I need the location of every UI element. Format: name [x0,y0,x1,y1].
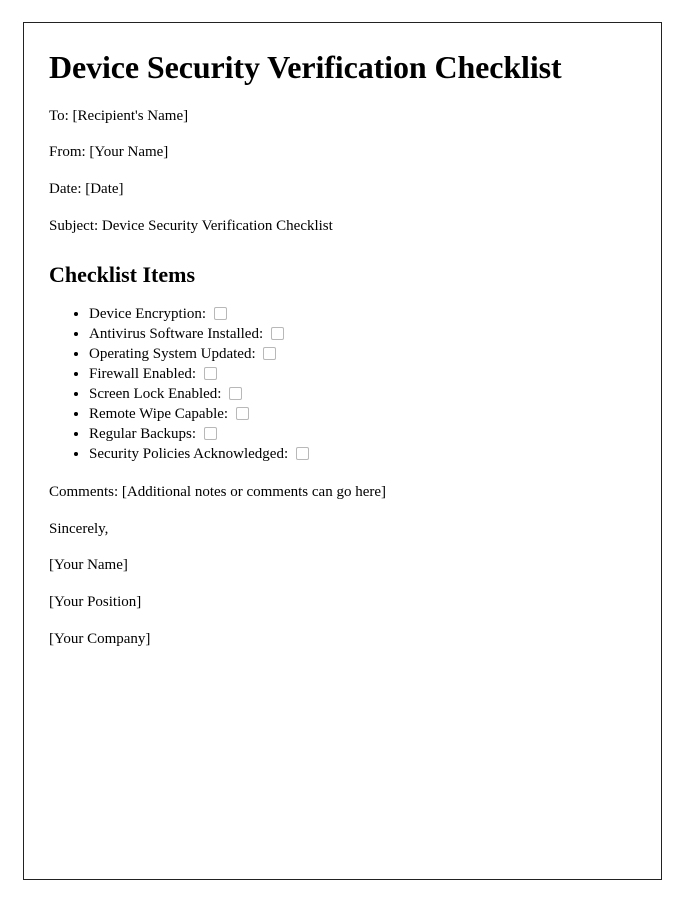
list-item: Security Policies Acknowledged: [89,444,637,464]
sender-line: From: [Your Name] [49,144,169,161]
document-body: Device Security Verification Checklist T… [24,23,661,691]
list-item: Regular Backups: [89,424,637,444]
checklist-item-label: Operating System Updated: [89,345,256,362]
subject-line: Subject: Device Security Verification Ch… [49,217,333,234]
document-page: Device Security Verification Checklist T… [23,22,662,880]
list-item: Antivirus Software Installed: [89,324,637,344]
recipient-line: To: [Recipient's Name] [49,107,189,124]
checkbox-remote-wipe-capable[interactable] [235,406,249,420]
checklist: Device Encryption: Antivirus Software In… [49,304,637,464]
page-title: Device Security Verification Checklist [49,49,562,85]
checklist-item-label: Antivirus Software Installed: [89,325,264,342]
date-line: Date: [Date] [49,181,124,198]
letter-header: To: [Recipient's Name] From: [Your Name]… [49,108,637,236]
list-item: Firewall Enabled: [89,364,637,384]
checklist-item-label: Screen Lock Enabled: [89,385,222,402]
signature-position: [Your Position] [49,594,142,610]
list-item: Operating System Updated: [89,344,637,364]
comments-line: Comments: [Additional notes or comments … [49,483,387,500]
checkbox-screen-lock-enabled[interactable] [229,386,243,400]
closing-salutation: Sincerely, [49,520,109,537]
checkbox-firewall-enabled[interactable] [203,366,217,380]
checklist-item-label: Firewall Enabled: [89,365,197,382]
list-item: Remote Wipe Capable: [89,404,637,424]
checkbox-regular-backups[interactable] [203,426,217,440]
checkbox-device-encryption[interactable] [213,306,227,320]
signature-company: [Your Company] [49,630,151,647]
checklist-item-label: Regular Backups: [89,425,197,442]
checkbox-operating-system-updated[interactable] [263,346,277,360]
signature-name: [Your Name] [49,557,128,574]
checklist-item-label: Security Policies Acknowledged: [89,445,289,462]
checkbox-antivirus-software-installed[interactable] [270,326,284,340]
list-item: Screen Lock Enabled: [89,384,637,404]
closing-block: Sincerely, [Your Name] [Your Position] [… [49,521,637,649]
checkbox-security-policies-acknowledged[interactable] [295,446,309,460]
list-item: Device Encryption: [89,304,637,324]
section-heading-checklist-items: Checklist Items [49,261,196,287]
checklist-item-label: Device Encryption: [89,305,207,322]
checklist-item-label: Remote Wipe Capable: [89,405,229,422]
